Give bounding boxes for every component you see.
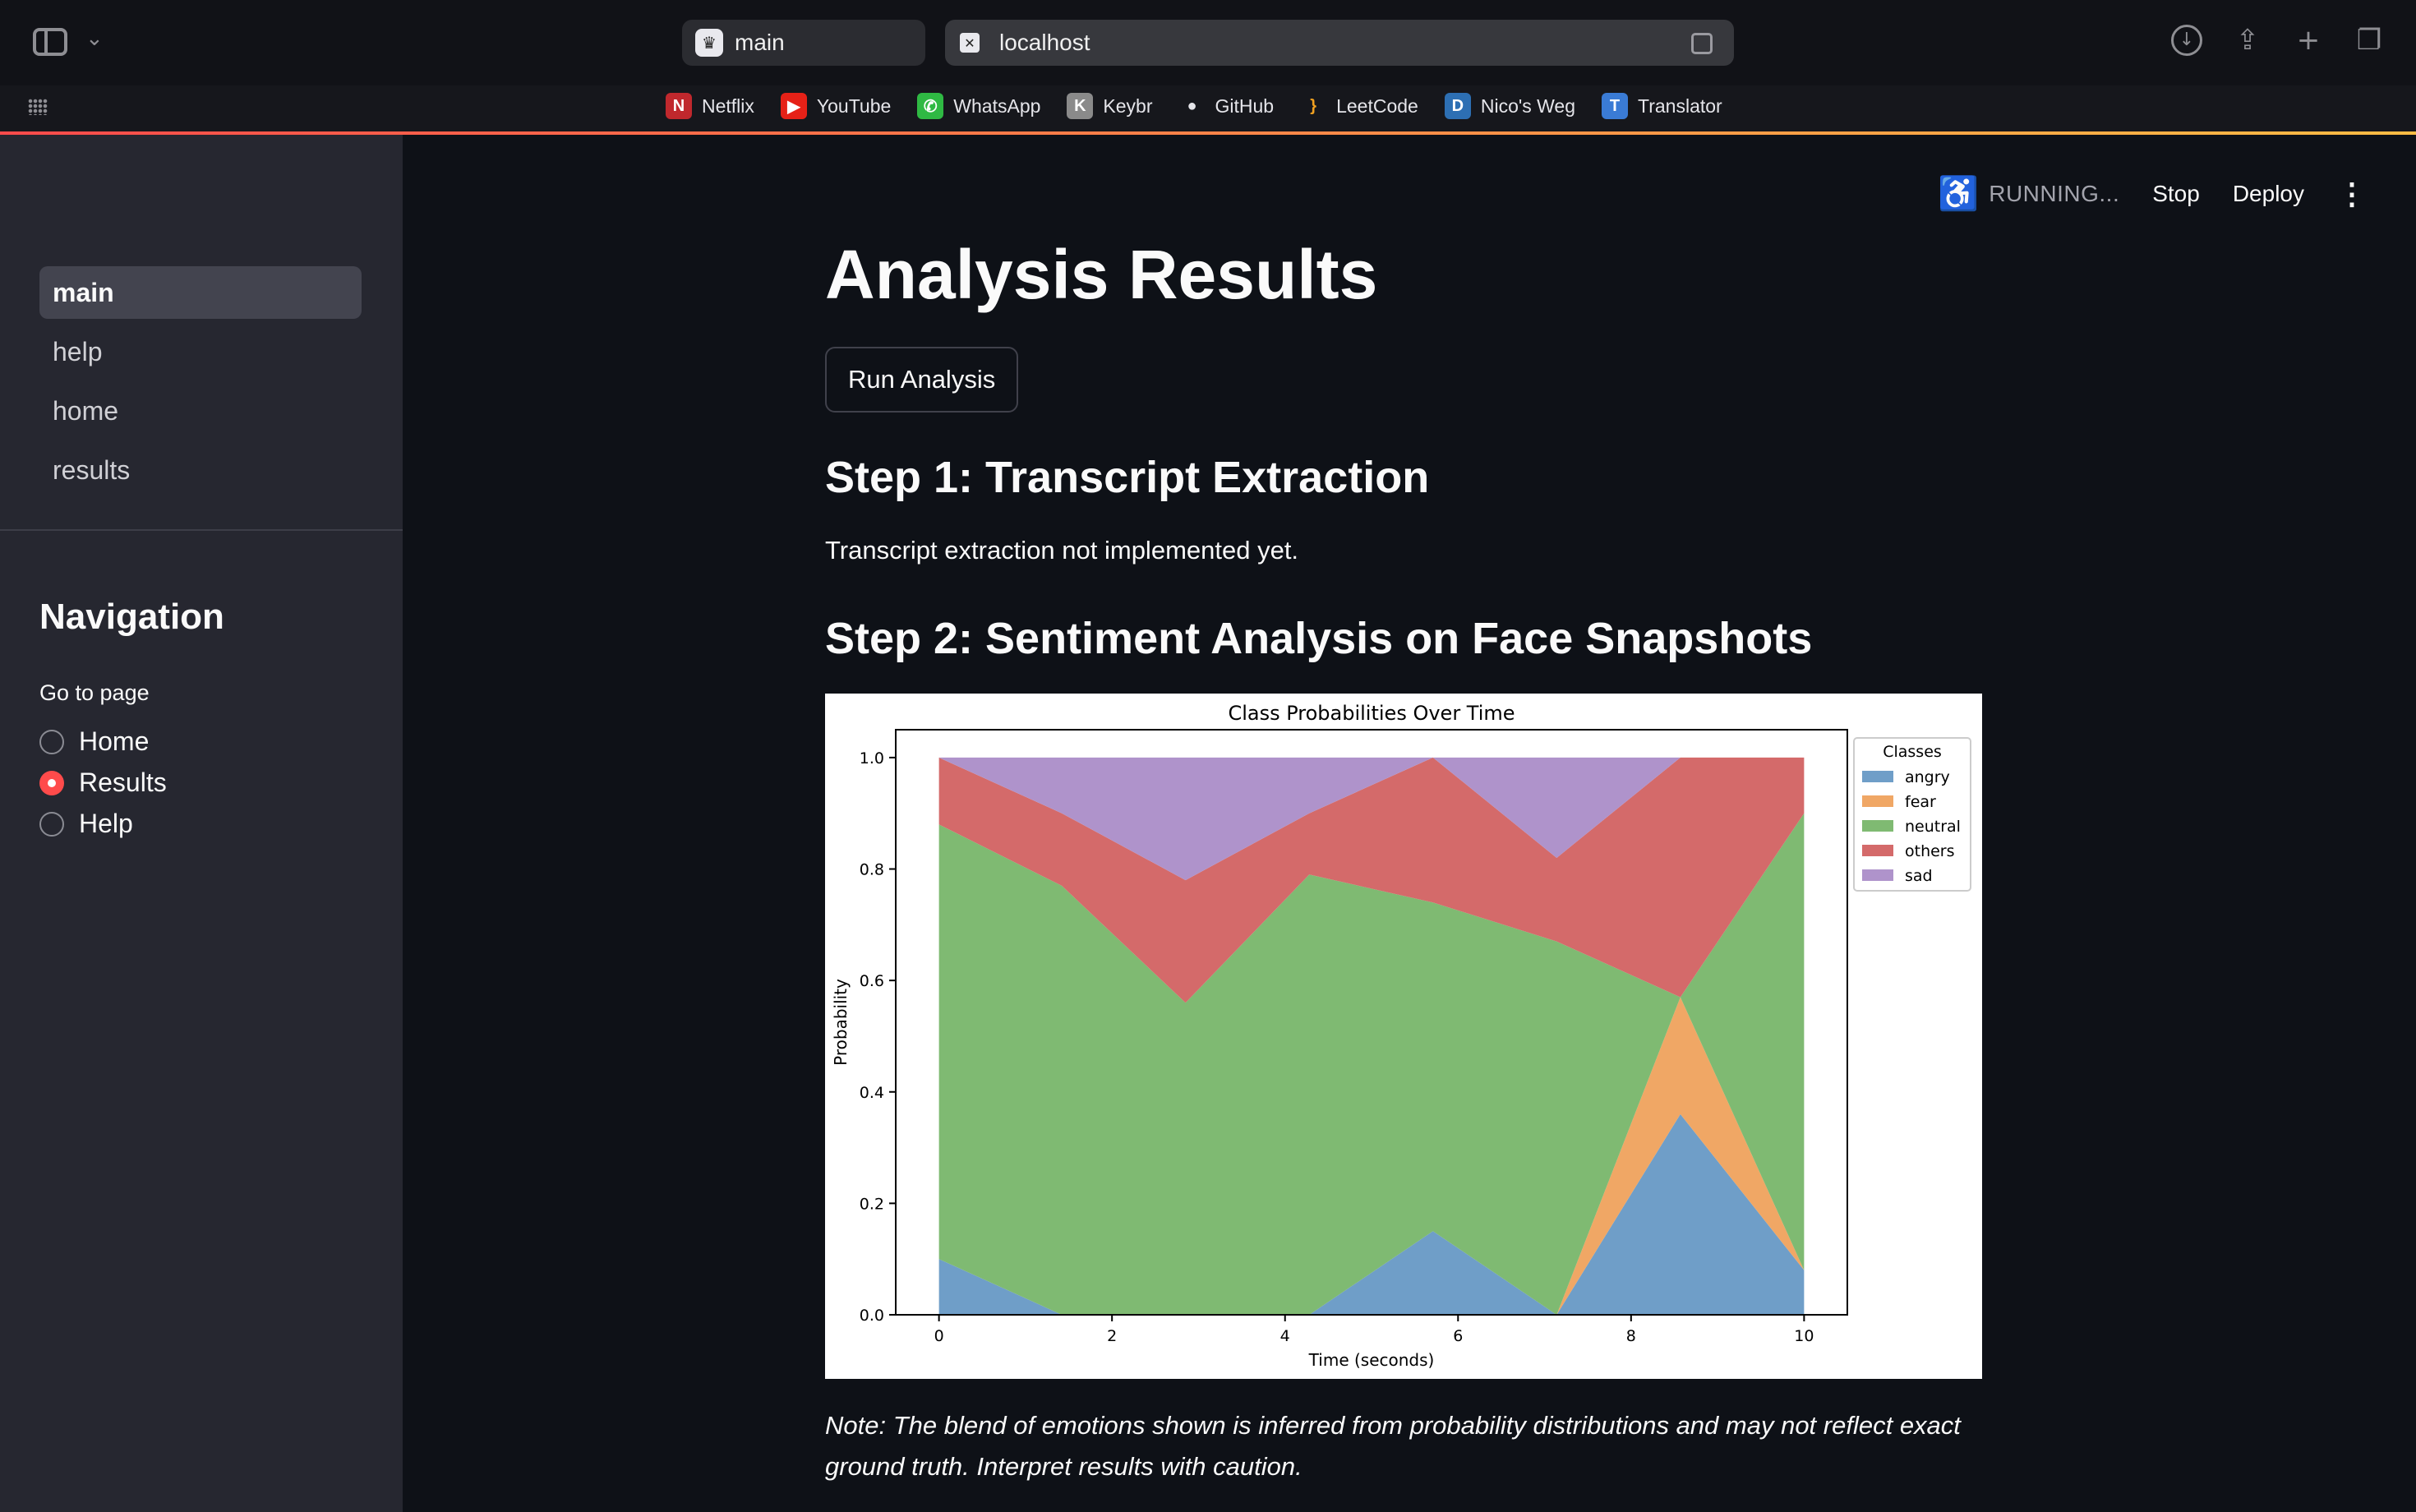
legend-swatch-sad (1862, 869, 1893, 881)
x-axis-label: Time (seconds) (1308, 1350, 1435, 1370)
radio-group-label: Go to page (39, 680, 150, 705)
bookmark-label: WhatsApp (953, 94, 1041, 117)
deploy-button[interactable]: Deploy (2233, 181, 2304, 207)
legend-swatch-angry (1862, 771, 1893, 782)
note-text: Note: The blend of emotions shown is inf… (825, 1411, 1961, 1481)
radio-help[interactable]: Help (39, 809, 133, 839)
page-title: Analysis Results (825, 236, 1378, 313)
legend-label-others: others (1905, 842, 1955, 860)
chevron-down-icon[interactable]: ⌄ (85, 26, 104, 51)
legend-swatch-fear (1862, 795, 1893, 807)
radio-button-checked-icon[interactable] (39, 770, 64, 795)
legend-swatch-neutral (1862, 820, 1893, 832)
whatsapp-icon: ✆ (917, 93, 944, 119)
browser-actions: ↓ ⇪ + ❐ (2171, 25, 2385, 56)
share-icon[interactable]: ⇪ (2232, 25, 2263, 56)
bookmark-leetcode[interactable]: } LeetCode (1300, 93, 1418, 119)
reader-mode-icon[interactable] (1691, 33, 1713, 54)
y-tick-label: 0.0 (860, 1307, 884, 1325)
radio-button-icon[interactable] (39, 811, 64, 837)
bookmark-label: LeetCode (1336, 94, 1418, 117)
legend-title: Classes (1883, 743, 1942, 761)
tab-label: localhost (999, 30, 1090, 55)
apps-grid-icon[interactable] (28, 99, 48, 115)
app-status-bar: ♿ RUNNING... Stop Deploy ⋮ (1938, 174, 2367, 213)
legend-swatch-others (1862, 845, 1893, 856)
bookmark-label: Translator (1638, 94, 1722, 117)
x-tick-label: 10 (1794, 1327, 1814, 1345)
stacked-area-chart: 0 2 4 6 8 10 0.0 0.2 0.4 0.6 0.8 1.0 Class Probabili… (831, 702, 1971, 1370)
x-tick-label: 0 (934, 1327, 944, 1345)
running-person-icon: ♿ (1938, 176, 1980, 212)
legend-label-fear: fear (1905, 793, 1936, 811)
bookmarks-list: N Netflix ▶ YouTube ✆ WhatsApp K Keybr ● GitHub} L… (666, 93, 1722, 119)
y-axis-label: Probability (831, 979, 851, 1066)
sidebar-divider (0, 529, 403, 531)
leetcode-icon: } (1310, 96, 1316, 115)
y-tick-label: 1.0 (860, 749, 884, 768)
bookmark-translator[interactable]: T Translator (1602, 93, 1722, 119)
running-status: RUNNING... (1989, 180, 2120, 206)
chart-container: 0 2 4 6 8 10 0.0 0.2 0.4 0.6 0.8 1.0 Class Probabili… (825, 694, 1982, 1379)
bookmark-label: GitHub (1215, 94, 1275, 117)
x-tick-label: 8 (1626, 1327, 1636, 1345)
y-tick-label: 0.4 (860, 1084, 884, 1102)
more-options-icon[interactable]: ⋮ (2337, 177, 2367, 211)
bookmark-nico-s-weg[interactable]: D Nico's Weg (1444, 93, 1576, 119)
sidebar-item-home[interactable]: home (39, 385, 362, 437)
tab-main[interactable]: ♛ main (682, 20, 925, 66)
sidebar-item-main[interactable]: main (39, 266, 362, 319)
stop-button[interactable]: Stop (2152, 181, 2200, 207)
bookmark-youtube[interactable]: ▶ YouTube (780, 93, 892, 119)
radio-results[interactable]: Results (39, 768, 167, 798)
step2-heading: Step 2: Sentiment Analysis on Face Snaps… (825, 614, 1813, 663)
sidebar-item-help[interactable]: help (39, 325, 362, 378)
close-tab-icon[interactable]: ✕ (960, 33, 980, 53)
tab-overview-icon[interactable]: ❐ (2354, 25, 2385, 56)
bookmark-label: Nico's Weg (1480, 94, 1576, 117)
sidebar-item-results[interactable]: results (39, 444, 362, 496)
step1-text: Transcript extraction not implemented ye… (825, 536, 1299, 565)
radio-label: Help (79, 809, 133, 838)
crown-icon: ♛ (695, 29, 723, 57)
legend-label-angry: angry (1905, 768, 1950, 786)
app-sidebar: main help home results Navigation Go to … (0, 135, 403, 1512)
radio-home[interactable]: Home (39, 726, 149, 757)
legend-label-sad: sad (1905, 867, 1933, 885)
y-tick-label: 0.6 (860, 972, 884, 990)
translator-icon: T (1602, 93, 1629, 119)
new-tab-icon[interactable]: + (2293, 25, 2324, 56)
nicos-weg-icon: D (1444, 93, 1471, 119)
bookmark-github[interactable]: ● GitHub (1179, 93, 1275, 119)
tab-label: main (735, 30, 785, 55)
bookmark-label: YouTube (816, 94, 892, 117)
x-tick-label: 2 (1107, 1327, 1117, 1345)
y-tick-label: 0.8 (860, 861, 884, 879)
radio-label: Results (79, 768, 167, 797)
youtube-icon: ▶ (780, 93, 807, 119)
run-analysis-button[interactable]: Run Analysis (825, 347, 1019, 413)
tab-localhost[interactable]: ✕ localhost (945, 20, 1734, 66)
chart-title: Class Probabilities Over Time (1228, 702, 1515, 725)
bookmark-netflix[interactable]: N Netflix (666, 93, 754, 119)
bookmark-whatsapp[interactable]: ✆ WhatsApp (917, 93, 1040, 119)
download-icon[interactable]: ↓ (2171, 25, 2202, 56)
keybr-icon: K (1067, 93, 1094, 119)
y-tick-label: 0.2 (860, 1195, 884, 1213)
bookmark-keybr[interactable]: K Keybr (1067, 93, 1153, 119)
x-tick-label: 4 (1280, 1327, 1290, 1345)
bookmark-label: Keybr (1103, 94, 1153, 117)
netflix-icon: N (666, 93, 692, 119)
legend-label-neutral: neutral (1905, 818, 1961, 836)
sidebar-toggle-icon[interactable] (33, 28, 67, 56)
github-icon: ● (1187, 96, 1197, 115)
sidebar-heading: Navigation (39, 597, 224, 637)
x-tick-label: 6 (1453, 1327, 1463, 1345)
bookmark-label: Netflix (702, 94, 754, 117)
radio-label: Home (79, 726, 150, 756)
radio-button-icon[interactable] (39, 729, 64, 754)
browser-tab-bar: ⌄ ♛ main ✕ localhost ↓ ⇪ + ❐ (0, 0, 2416, 85)
step1-heading: Step 1: Transcript Extraction (825, 453, 1430, 502)
